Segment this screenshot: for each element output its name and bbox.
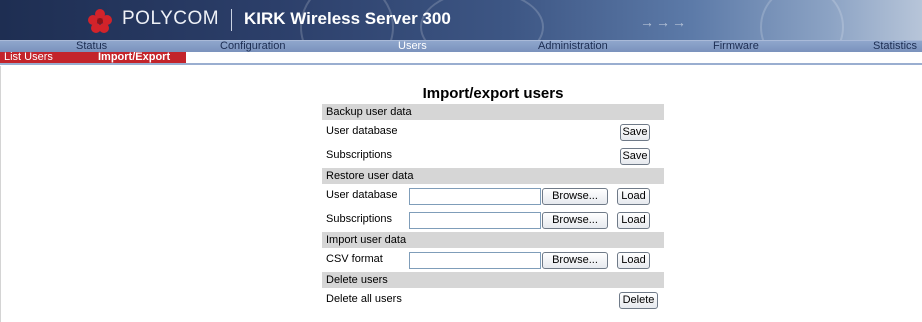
brand-name: POLYCOM	[122, 8, 220, 29]
page-title: Import/export users	[422, 85, 564, 102]
restore-user-database-load-button[interactable]: Load	[617, 188, 650, 205]
restore-user-database-browse-button[interactable]: Browse...	[542, 188, 608, 205]
section-delete-header: Delete users	[322, 272, 664, 288]
import-csv-file-input[interactable]	[409, 252, 541, 269]
section-restore-header: Restore user data	[322, 168, 664, 184]
section-import-header: Import user data	[322, 232, 664, 248]
row-label: CSV format	[326, 253, 383, 265]
banner-decoration	[760, 0, 844, 40]
delete-all-users-row: Delete all users Delete	[322, 288, 664, 312]
restore-subscriptions-row: Subscriptions Browse... Load	[322, 208, 664, 232]
row-label: Subscriptions	[326, 149, 393, 161]
subnav-divider	[0, 63, 922, 65]
sub-navigation: List Users Import/Export	[0, 51, 922, 65]
row-label: User database	[326, 125, 398, 137]
nav-configuration[interactable]: Configuration	[220, 40, 285, 52]
restore-subscriptions-browse-button[interactable]: Browse...	[542, 212, 608, 229]
subnav-import-export[interactable]: Import/Export	[98, 51, 170, 63]
row-label: Delete all users	[326, 293, 402, 305]
left-border	[0, 66, 1, 322]
backup-subscriptions-row: Subscriptions Save	[322, 144, 664, 168]
save-subscriptions-button[interactable]: Save	[620, 148, 650, 165]
subnav-list-users[interactable]: List Users	[4, 51, 53, 63]
product-name: KIRK Wireless Server 300	[244, 9, 451, 28]
row-label: User database	[326, 189, 398, 201]
restore-subscriptions-load-button[interactable]: Load	[617, 212, 650, 229]
import-export-form: Backup user data User database Save Subs…	[322, 104, 664, 312]
delete-all-users-button[interactable]: Delete	[619, 292, 658, 309]
backup-user-database-row: User database Save	[322, 120, 664, 144]
restore-subscriptions-file-input[interactable]	[409, 212, 541, 229]
import-csv-row: CSV format Browse... Load	[322, 248, 664, 272]
restore-user-database-file-input[interactable]	[409, 188, 541, 205]
polycom-logo-icon	[88, 9, 112, 33]
nav-administration[interactable]: Administration	[538, 40, 608, 52]
row-label: Subscriptions	[326, 213, 393, 225]
restore-user-database-row: User database Browse... Load	[322, 184, 664, 208]
nav-firmware[interactable]: Firmware	[713, 40, 759, 52]
arrows-decoration-icon: →→→	[640, 14, 688, 30]
import-csv-load-button[interactable]: Load	[617, 252, 650, 269]
brand-divider	[231, 9, 232, 31]
import-csv-browse-button[interactable]: Browse...	[542, 252, 608, 269]
section-backup-header: Backup user data	[322, 104, 664, 120]
save-user-database-button[interactable]: Save	[620, 124, 650, 141]
header-banner: POLYCOM KIRK Wireless Server 300 →→→	[0, 0, 922, 40]
nav-users[interactable]: Users	[398, 40, 427, 52]
nav-statistics[interactable]: Statistics	[873, 40, 917, 52]
